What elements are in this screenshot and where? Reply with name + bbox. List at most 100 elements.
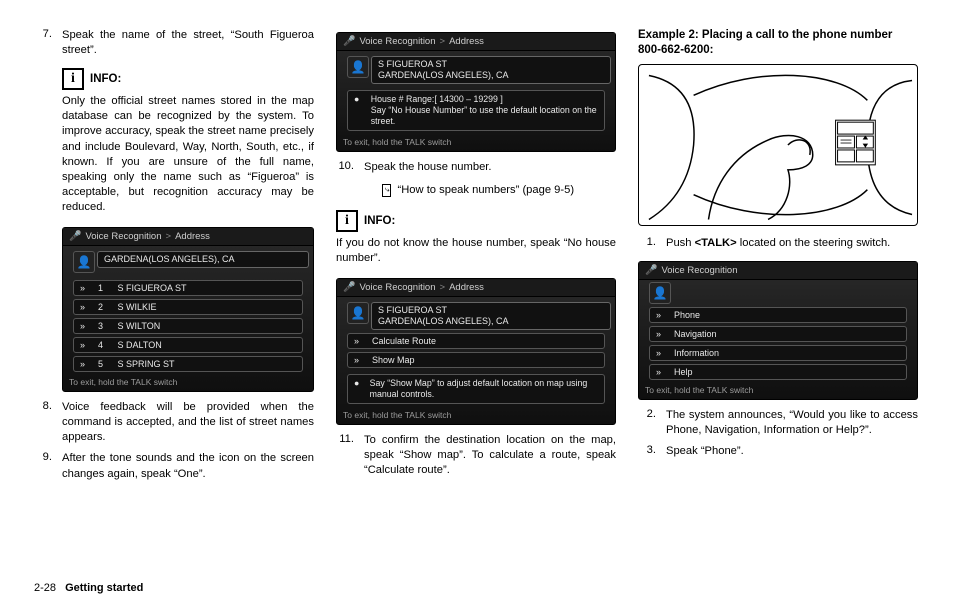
step-8: 8. Voice feedback will be provided when … <box>34 400 314 445</box>
info-label: INFO: <box>364 215 395 227</box>
mic-icon: 🎤 <box>343 36 355 47</box>
speak-icon: » <box>80 302 92 312</box>
screenshot-house-range: 🎤 Voice Recognition > Address 👤 S FIGUER… <box>336 32 616 152</box>
step-number: 1. <box>638 236 656 251</box>
title-b: Address <box>449 36 484 47</box>
list-item: »Help <box>649 364 907 380</box>
title-a: Voice Recognition <box>359 282 435 293</box>
step-1: 1. Push <TALK> located on the steering s… <box>638 236 918 251</box>
hint-text: House # Range:[ 14300 – 19299 ] Say “No … <box>371 94 598 127</box>
list-item: »Calculate Route <box>347 333 605 349</box>
step-text: To confirm the destination location on t… <box>364 433 616 478</box>
step-text: Speak the name of the street, “South Fig… <box>62 28 314 58</box>
screenshot-footer: To exit, hold the TALK switch <box>337 408 615 420</box>
step-number: 7. <box>34 28 52 58</box>
list-item: »3 S WILTON <box>73 318 303 334</box>
speak-icon: » <box>656 348 668 358</box>
hint-text: Say “Show Map” to adjust default locatio… <box>370 378 598 400</box>
screenshot-street-list: 🎤 Voice Recognition > Address 👤 GARDENA(… <box>62 227 314 392</box>
speak-icon: » <box>656 310 668 320</box>
addr-line-2: GARDENA(LOS ANGELES), CA <box>378 316 604 327</box>
title-b: Address <box>449 282 484 293</box>
step-9: 9. After the tone sounds and the icon on… <box>34 451 314 481</box>
step-3: 3. Speak “Phone”. <box>638 444 918 459</box>
screenshot-footer: To exit, hold the TALK switch <box>639 383 917 395</box>
info-header: i INFO: <box>336 210 616 232</box>
step-text: Speak “Phone”. <box>666 444 918 459</box>
screenshot-titlebar: 🎤 Voice Recognition > Address <box>63 228 313 246</box>
step-number: 2. <box>638 408 656 438</box>
addr-line-1: S FIGUEROA ST <box>378 59 604 70</box>
mic-icon: 🎤 <box>343 282 355 293</box>
page-footer: 2-28 Getting started <box>34 582 143 594</box>
list-item: »Navigation <box>649 326 907 342</box>
xref-text: “How to speak numbers” (page 9-5) <box>397 183 574 198</box>
step-11: 11. To confirm the destination location … <box>336 433 616 478</box>
column-1: 7. Speak the name of the street, “South … <box>34 28 314 488</box>
column-3: Example 2: Placing a call to the phone n… <box>638 28 918 488</box>
page-number: 2-28 <box>34 582 56 594</box>
cross-reference: ⤷ “How to speak numbers” (page 9-5) <box>382 183 616 198</box>
example-heading: Example 2: Placing a call to the phone n… <box>638 28 918 58</box>
info-label: INFO: <box>90 73 121 85</box>
reference-icon: ⤷ <box>382 184 391 197</box>
title-a: Voice Recognition <box>661 265 737 276</box>
step-number: 8. <box>34 400 52 445</box>
screenshot-titlebar: 🎤 Voice Recognition <box>639 262 917 280</box>
screenshot-titlebar: 🎤 Voice Recognition > Address <box>337 33 615 51</box>
mic-icon: 🎤 <box>69 231 81 242</box>
assistant-face-icon: 👤 <box>347 302 369 324</box>
list-item: »5 S SPRING ST <box>73 356 303 372</box>
screenshot-titlebar: 🎤 Voice Recognition > Address <box>337 279 615 297</box>
list-item: »Information <box>649 345 907 361</box>
info-text: If you do not know the house number, spe… <box>336 236 616 266</box>
list-item: »1 S FIGUEROA ST <box>73 280 303 296</box>
step-number: 10. <box>336 160 354 175</box>
screenshot-route-options: 🎤 Voice Recognition > Address 👤 S FIGUER… <box>336 278 616 425</box>
screenshot-footer: To exit, hold the TALK switch <box>63 375 313 387</box>
hint-message: ● Say “Show Map” to adjust default locat… <box>347 374 605 404</box>
breadcrumb-sep: > <box>440 282 446 293</box>
assistant-face-icon: 👤 <box>73 251 95 273</box>
screenshot-main-menu: 🎤 Voice Recognition 👤 »Phone »Navigation… <box>638 261 918 400</box>
speak-icon: » <box>354 336 366 346</box>
list-item: »Show Map <box>347 352 605 368</box>
speak-icon: » <box>80 340 92 350</box>
speak-icon: » <box>656 329 668 339</box>
step-7: 7. Speak the name of the street, “South … <box>34 28 314 58</box>
step-text: The system announces, “Would you like to… <box>666 408 918 438</box>
breadcrumb-sep: > <box>440 36 446 47</box>
step-number: 9. <box>34 451 52 481</box>
step-number: 11. <box>336 433 354 478</box>
city-box: GARDENA(LOS ANGELES), CA <box>97 251 309 268</box>
step-text: Speak the house number. <box>364 160 616 175</box>
list-item: »4 S DALTON <box>73 337 303 353</box>
section-title: Getting started <box>65 582 143 594</box>
breadcrumb-sep: > <box>166 231 172 242</box>
speak-icon: » <box>80 359 92 369</box>
assistant-face-icon: 👤 <box>347 56 369 78</box>
step-10: 10. Speak the house number. <box>336 160 616 175</box>
talk-button-label: <TALK> <box>695 237 737 249</box>
step-2: 2. The system announces, “Would you like… <box>638 408 918 438</box>
info-header: i INFO: <box>62 68 314 90</box>
info-icon: i <box>62 68 84 90</box>
speak-icon: » <box>354 355 366 365</box>
speak-icon: » <box>80 283 92 293</box>
steering-wheel-illustration <box>638 64 918 226</box>
assistant-face-icon: 👤 <box>649 282 671 304</box>
page: 7. Speak the name of the street, “South … <box>0 0 954 488</box>
info-dot-icon: ● <box>354 94 365 127</box>
screenshot-footer: To exit, hold the TALK switch <box>337 135 615 147</box>
step-text: Voice feedback will be provided when the… <box>62 400 314 445</box>
info-text: Only the official street names stored in… <box>62 94 314 215</box>
addr-line-1: S FIGUEROA ST <box>378 305 604 316</box>
hint-message: ● House # Range:[ 14300 – 19299 ] Say “N… <box>347 90 605 131</box>
info-icon: i <box>336 210 358 232</box>
list-item: »Phone <box>649 307 907 323</box>
speak-icon: » <box>80 321 92 331</box>
mic-icon: 🎤 <box>645 265 657 276</box>
list-item: »2 S WILKIE <box>73 299 303 315</box>
step-number: 3. <box>638 444 656 459</box>
addr-line-2: GARDENA(LOS ANGELES), CA <box>378 70 604 81</box>
